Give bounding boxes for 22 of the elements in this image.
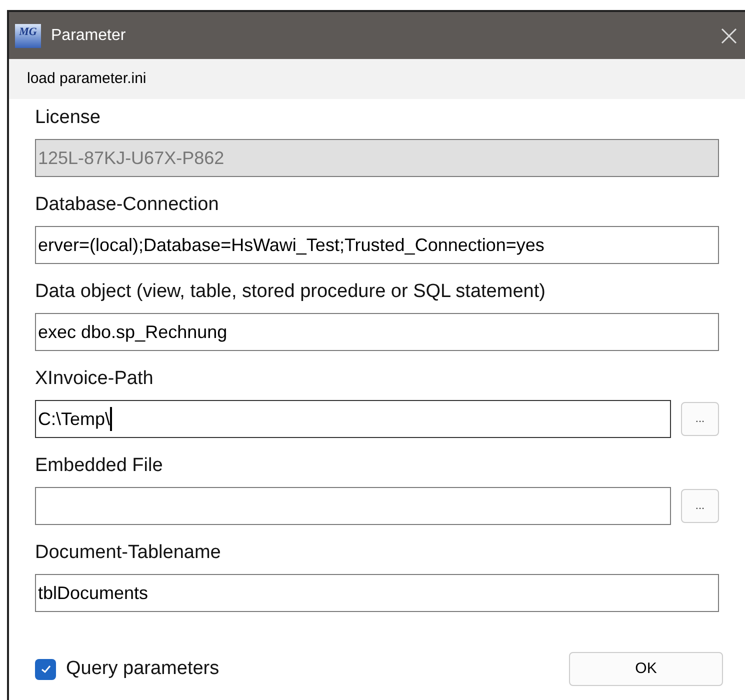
text-field[interactable]: tblDocuments [35,574,719,612]
checkbox-label: Query parameters [66,656,220,681]
text-field[interactable]: C:\Temp\ [35,400,671,438]
text-cursor [110,407,112,431]
menu-item[interactable]: load parameter.ini [27,68,146,90]
text-field[interactable]: exec dbo.sp_Rechnung [35,313,719,351]
browse-button[interactable]: ... [681,402,719,436]
check-icon [40,663,52,675]
text-field[interactable] [35,487,671,525]
checkbox[interactable] [35,658,56,680]
field-label: XInvoice-Path [35,366,154,391]
app-logo: MG [15,24,41,48]
field-label: License [35,106,102,130]
close-icon[interactable] [721,28,737,44]
field-label: Data object (view, table, stored procedure or SQL statement) [35,280,546,304]
field-label: Database-Connection [35,192,220,217]
text-field[interactable]: erver=(local);Database=HsWawi_Test;Trusted_Connection=yes [35,226,719,264]
field-label: Embedded File [35,454,164,478]
browse-button[interactable]: ... [681,489,719,523]
ok-button[interactable]: OK [569,652,723,686]
field-label: Document-Tablename [35,540,222,565]
window-title: Parameter [51,26,127,46]
